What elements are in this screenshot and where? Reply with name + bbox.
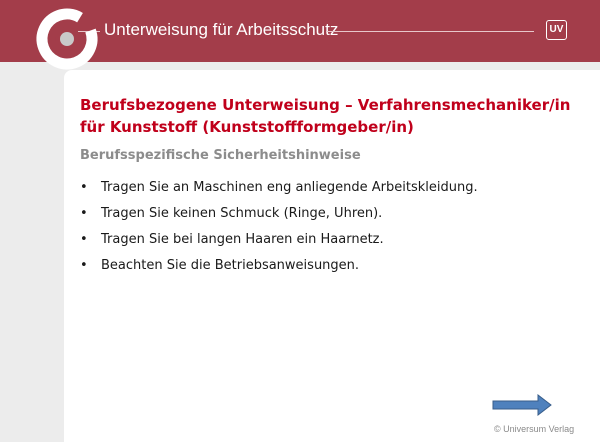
logo-icon [36,8,98,70]
bullet-icon: • [80,206,88,221]
next-arrow-icon[interactable] [492,394,552,416]
slide-title: Berufsbezogene Unterweisung – Verfahrens… [80,96,571,136]
header-title: Unterweisung für Arbeitsschutz [104,20,339,39]
bullet-icon: • [80,180,88,195]
slide-subtitle: Berufsspezifische Sicherheitshinweise [80,148,361,163]
copyright-text: © Universum Verlag [494,424,575,434]
bullet-text: Tragen Sie an Maschinen eng anliegende A… [101,180,478,195]
bullet-text: Tragen Sie bei langen Haaren ein Haarnet… [101,232,384,247]
bullet-text: Beachten Sie die Betriebsanweisungen. [101,258,360,273]
uv-logo-badge: UV [546,20,567,40]
bullet-icon: • [80,232,88,247]
bullet-text: Tragen Sie keinen Schmuck (Ringe, Uhren)… [101,206,383,221]
bullet-icon: • [80,258,88,273]
header-line-right [326,31,534,32]
